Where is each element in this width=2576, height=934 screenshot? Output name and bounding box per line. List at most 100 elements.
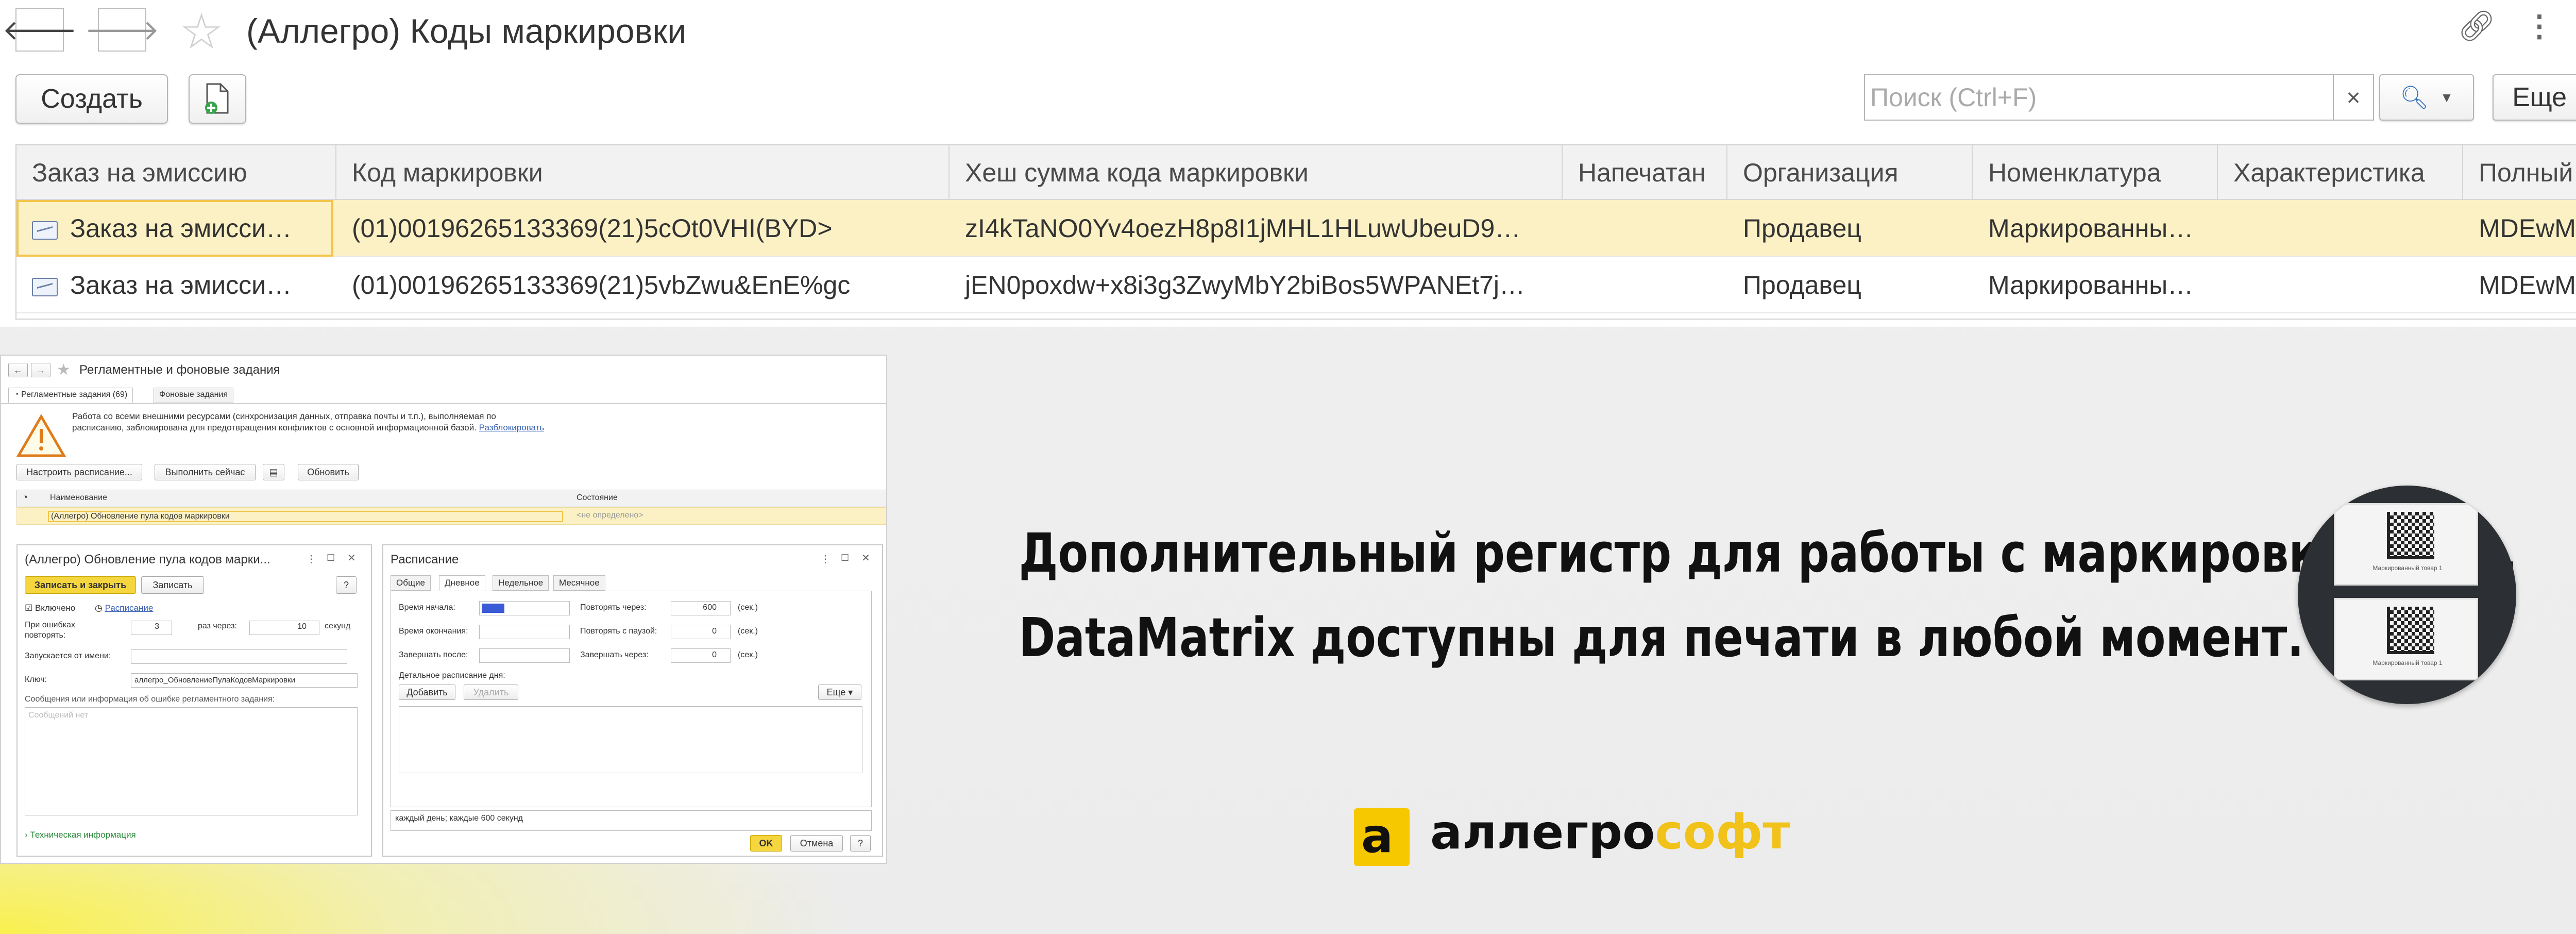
table-settings-button[interactable]: ▤ <box>263 464 284 480</box>
job-state-cell[interactable]: <не определено> <box>577 511 643 520</box>
star-icon[interactable]: ☆ <box>179 7 224 57</box>
end-time-label: Время окончания: <box>399 627 468 636</box>
full-code-cell[interactable]: MDEwMDE <box>2463 257 2576 313</box>
column-header[interactable]: Номенклатура <box>1973 145 2218 200</box>
more-vert-icon[interactable]: ⋮ <box>2524 11 2554 41</box>
repeat-every-input[interactable]: 600 <box>671 601 731 615</box>
more-button-label: Еще <box>2512 82 2567 112</box>
column-header[interactable]: Характеристика <box>2218 145 2463 200</box>
unlock-link[interactable]: Разблокировать <box>479 423 545 432</box>
search-clear-button[interactable]: × <box>2333 74 2374 121</box>
logo-word-soft: софт <box>1655 805 1790 860</box>
tech-info-label: Техническая информация <box>30 830 136 840</box>
more-button[interactable]: Еще ▼ <box>2493 74 2576 121</box>
code-cell[interactable]: (01)00196265133369(21)5cOt0VHI(BYD> <box>336 200 950 257</box>
finish-via-input[interactable]: 0 <box>671 648 731 663</box>
close-icon[interactable]: ✕ <box>347 552 356 564</box>
order-cell[interactable]: Заказ на эмисси… <box>16 200 336 257</box>
add-button[interactable]: Добавить <box>399 685 455 700</box>
tab-scheduled-jobs[interactable]: ◔ Регламентные задания (69) <box>8 388 133 403</box>
forward-button[interactable]: → <box>31 363 50 377</box>
star-icon[interactable]: ★ <box>57 361 71 379</box>
search-input[interactable]: Поиск (Ctrl+F) <box>1864 74 2335 121</box>
column-header[interactable]: Заказ на эмиссию <box>16 145 336 200</box>
configure-schedule-button[interactable]: Настроить расписание... <box>16 464 142 480</box>
tech-info-toggle[interactable]: › Техническая информация <box>25 830 136 840</box>
hash-cell[interactable]: zI4kTaNO0Yv4oezH8p8I1jMHL1HLuwUbeuD9… <box>950 200 1563 257</box>
column-header[interactable]: Полный код <box>2463 145 2576 200</box>
help-button[interactable]: ? <box>850 835 871 852</box>
printed-cell[interactable] <box>1563 257 1727 313</box>
back-button[interactable]: 🡐 <box>3 8 77 52</box>
tab-background-jobs[interactable]: Фоновые задания <box>154 388 234 403</box>
tab-monthly[interactable]: Месячное <box>553 575 605 591</box>
code-cell[interactable]: (01)00196265133369(21)5vbZwu&EnE%gc <box>336 257 950 313</box>
run-now-button[interactable]: Выполнить сейчас <box>155 464 256 480</box>
column-header[interactable]: Организация <box>1727 145 1973 200</box>
detail-schedule-list[interactable] <box>399 706 862 773</box>
table-row[interactable]: Заказ на эмисси… (01)00196265133369(21)5… <box>16 200 2576 257</box>
back-button[interactable]: ← <box>8 363 28 377</box>
jobs-table-header: ◔ Наименование Состояние <box>16 490 886 507</box>
ok-button[interactable]: OK <box>750 835 782 852</box>
hash-cell[interactable]: jEN0poxdw+x8i3g3ZwyMbY2biBos5WPANEt7j… <box>950 257 1563 313</box>
column-header[interactable]: Код маркировки <box>336 145 950 200</box>
document-add-icon <box>205 83 229 114</box>
organization-cell[interactable]: Продавец <box>1727 200 1973 257</box>
more-button[interactable]: Еще ▾ <box>818 685 861 700</box>
help-button[interactable]: ? <box>336 576 357 594</box>
repeat-pause-label: Повторять с паузой: <box>580 627 657 636</box>
job-name-cell[interactable]: (Аллегро) Обновление пула кодов маркиров… <box>48 511 563 522</box>
add-from-file-button[interactable] <box>189 74 246 124</box>
save-and-close-button[interactable]: Записать и закрыть <box>25 576 136 594</box>
table-row[interactable]: (Аллегро) Обновление пула кодов маркиров… <box>16 507 886 525</box>
run-as-label: Запускается от имени: <box>25 652 111 660</box>
full-code-cell[interactable]: MDEwMDE <box>2463 200 2576 257</box>
enabled-checkbox[interactable]: ☑ Включено <box>25 603 75 613</box>
end-time-input[interactable] <box>479 625 570 639</box>
repeat-pause-input[interactable]: 0 <box>671 625 731 639</box>
tab-weekly[interactable]: Недельное <box>493 575 549 591</box>
close-icon[interactable]: ✕ <box>861 552 870 564</box>
retry-interval-input[interactable]: 10 <box>249 621 319 635</box>
arrow-right-icon: → <box>36 364 45 375</box>
messages-label: Сообщения или информация об ошибке регла… <box>25 695 275 704</box>
start-time-input[interactable] <box>479 601 570 615</box>
cancel-button[interactable]: Отмена <box>790 835 843 852</box>
forward-button[interactable]: 🡒 <box>85 8 159 52</box>
job-form-title: (Аллегро) Обновление пула кодов марки... <box>25 553 270 566</box>
datamatrix-icon <box>2387 512 2434 559</box>
arrow-left-icon: ← <box>13 364 23 375</box>
nomenclature-cell[interactable]: Маркированны… <box>1973 200 2218 257</box>
table-row[interactable]: Заказ на эмисси… (01)00196265133369(21)5… <box>16 257 2576 313</box>
schedule-link[interactable]: ◷ Расписание <box>95 603 153 613</box>
refresh-button[interactable]: Обновить <box>298 464 359 480</box>
column-header[interactable]: Состояние <box>577 493 618 503</box>
link-icon[interactable]: 🔗︎ <box>2458 11 2496 41</box>
more-vert-icon[interactable]: ⋮ <box>820 553 831 565</box>
organization-cell[interactable]: Продавец <box>1727 257 1973 313</box>
run-as-select[interactable] <box>131 649 347 664</box>
retry-count-input[interactable]: 3 <box>131 621 172 635</box>
printed-cell[interactable] <box>1563 200 1727 257</box>
order-cell[interactable]: Заказ на эмисси… <box>16 257 336 313</box>
search-options-button[interactable]: 🔍︎ ▼ <box>2379 74 2474 121</box>
maximize-icon[interactable]: ☐ <box>327 553 335 563</box>
column-header[interactable]: Наименование <box>50 493 107 503</box>
retry-label: При ошибках <box>25 621 75 629</box>
nomenclature-cell[interactable]: Маркированны… <box>1973 257 2218 313</box>
column-header[interactable]: Напечатан <box>1563 145 1727 200</box>
characteristic-cell[interactable] <box>2218 200 2463 257</box>
save-button[interactable]: Записать <box>141 576 204 594</box>
messages-textarea[interactable]: Сообщений нет <box>25 707 358 815</box>
create-button[interactable]: Создать <box>15 74 168 124</box>
key-input[interactable]: аллегро_ОбновлениеПулаКодовМаркировки <box>131 673 358 688</box>
finish-after-input[interactable] <box>479 648 570 663</box>
column-header[interactable]: Хеш сумма кода маркировки <box>950 145 1563 200</box>
maximize-icon[interactable]: ☐ <box>841 553 849 563</box>
characteristic-cell[interactable] <box>2218 257 2463 313</box>
tab-daily[interactable]: Дневное <box>439 575 485 591</box>
delete-button[interactable]: Удалить <box>464 685 518 700</box>
tab-general[interactable]: Общие <box>391 575 431 591</box>
more-vert-icon[interactable]: ⋮ <box>306 553 316 565</box>
